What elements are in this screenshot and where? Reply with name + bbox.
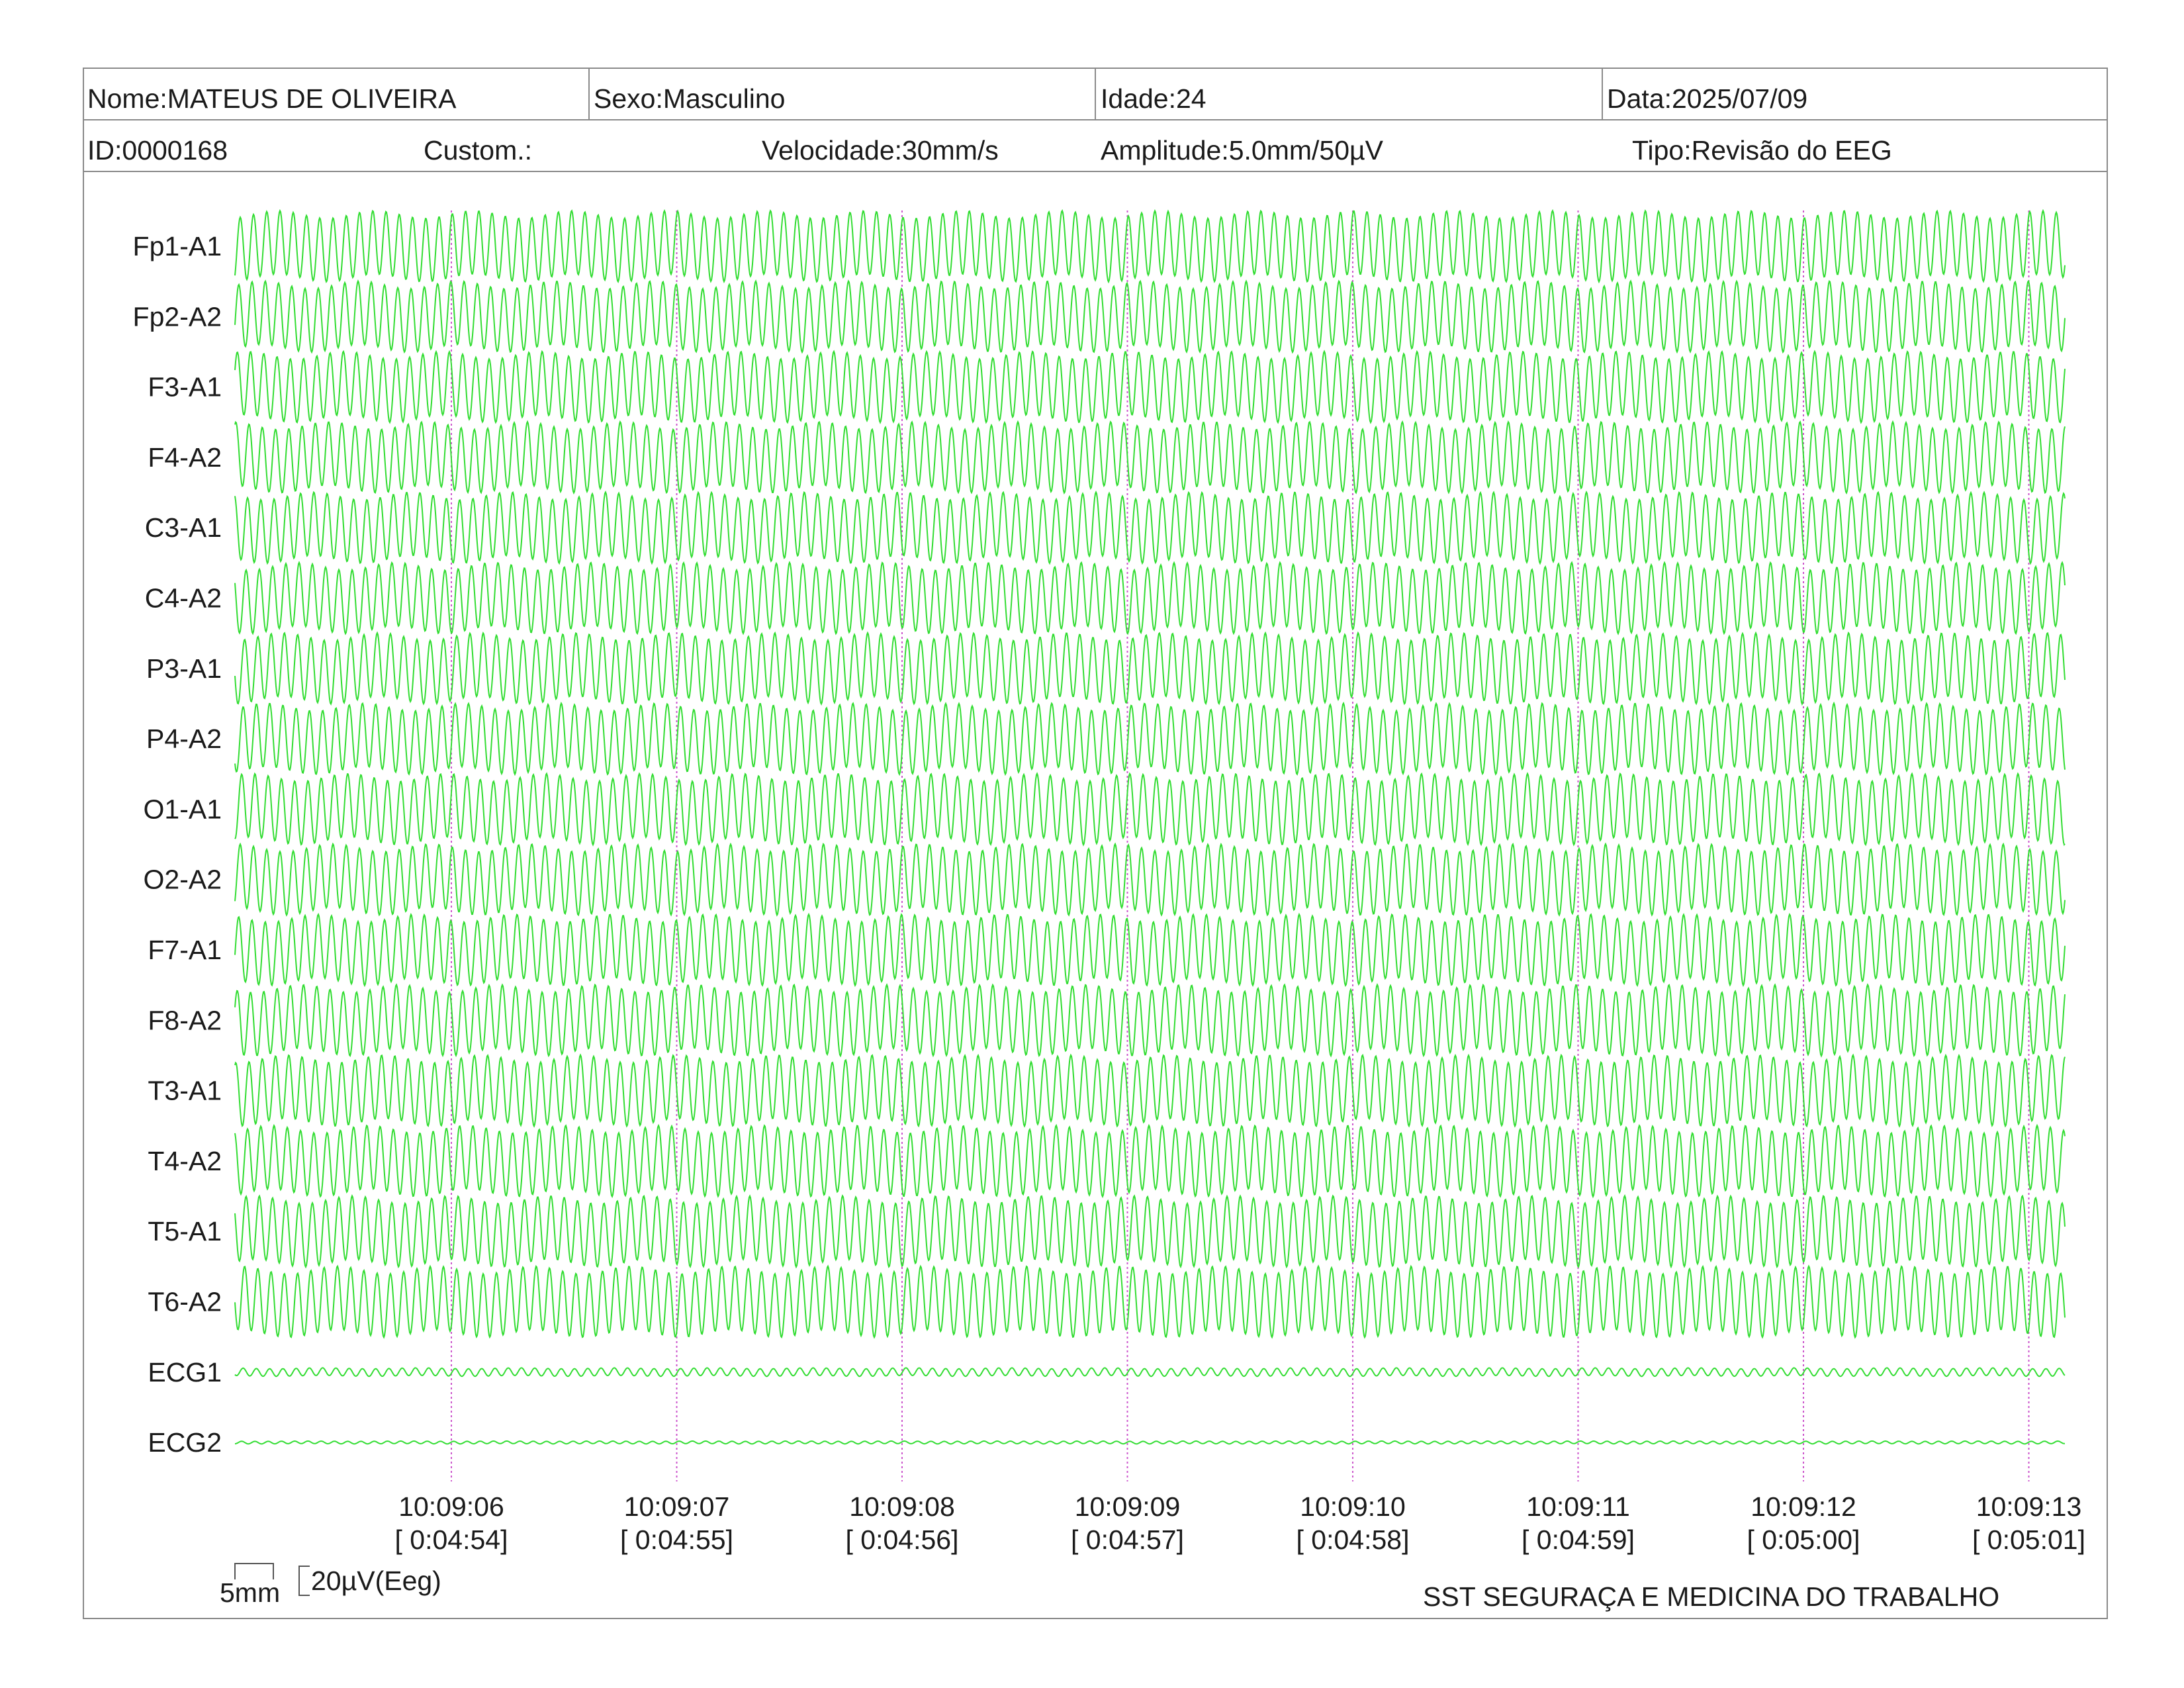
calibration-amp-label: 20µV(Eeg) <box>311 1566 441 1596</box>
calibration-time-label: 5mm <box>220 1577 281 1608</box>
calibration-marks <box>234 1563 310 1596</box>
footer-organization: SST SEGURAÇA E MEDICINA DO TRABALHO <box>1423 1581 2000 1612</box>
calibration-amp-bracket <box>298 1566 310 1596</box>
